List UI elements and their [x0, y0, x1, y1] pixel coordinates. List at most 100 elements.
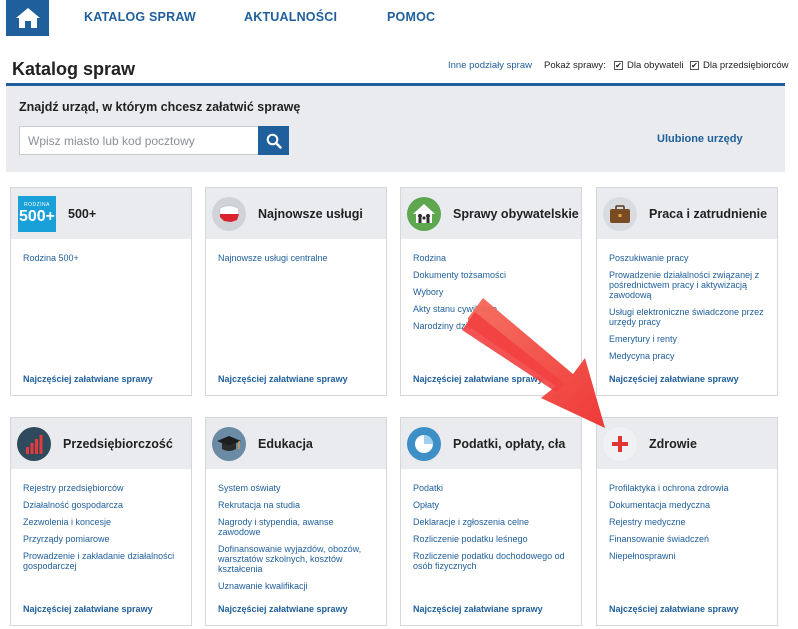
card-header[interactable]: RODZINA 500+ 500+ — [11, 188, 191, 239]
card-link[interactable]: Deklaracje i zgłoszenia celne — [413, 517, 573, 527]
most-common-cases-link[interactable]: Najczęściej załatwiane sprawy — [23, 374, 153, 384]
card-link[interactable]: Finansowanie świadczeń — [609, 534, 769, 544]
citizens-checkbox[interactable]: ✔ Dla obywateli — [614, 60, 684, 71]
poland-map-icon — [212, 197, 246, 231]
card-najnowsze-uslugi: Najnowsze usługi Najnowsze usługi centra… — [205, 187, 387, 396]
card-link[interactable]: Akty stanu cywilnego — [413, 304, 573, 314]
card-link[interactable]: Rejestry medyczne — [609, 517, 769, 527]
card-items: Najnowsze usługi centralne — [218, 253, 378, 270]
entrepreneurs-checkbox-label: Dla przedsiębiorców — [703, 60, 789, 71]
citizens-checkbox-label: Dla obywateli — [627, 60, 684, 71]
card-link[interactable]: Nagrody i stypendia, awanse zawodowe — [218, 517, 378, 537]
rodzina-500-icon: RODZINA 500+ — [18, 196, 56, 232]
card-link[interactable]: Profilaktyka i ochrona zdrowia — [609, 483, 769, 493]
most-common-cases-link[interactable]: Najczęściej załatwiane sprawy — [609, 604, 739, 614]
search-button[interactable] — [258, 126, 289, 155]
nav-katalog-spraw[interactable]: KATALOG SPRAW — [84, 10, 196, 24]
card-zdrowie: Zdrowie Profilaktyka i ochrona zdrowia D… — [596, 417, 778, 626]
top-nav: KATALOG SPRAW AKTUALNOŚCI POMOC — [0, 0, 798, 38]
checkbox-checked-icon: ✔ — [690, 60, 699, 70]
bar-chart-icon — [17, 427, 51, 461]
card-title: Najnowsze usługi — [258, 206, 363, 221]
card-title: Praca i zatrudnienie — [649, 206, 768, 221]
entrepreneurs-checkbox[interactable]: ✔ Dla przedsiębiorców — [690, 60, 789, 71]
search-icon — [266, 133, 282, 149]
family-house-icon — [407, 197, 441, 231]
card-header[interactable]: Edukacja — [206, 418, 386, 469]
card-link[interactable]: Rozliczenie podatku leśnego — [413, 534, 573, 544]
card-title: 500+ — [68, 206, 97, 221]
home-button[interactable] — [6, 0, 49, 36]
card-link[interactable]: Emerytury i renty — [609, 334, 769, 344]
other-categories-link[interactable]: Inne podziały spraw — [448, 60, 532, 71]
card-link[interactable]: System oświaty — [218, 483, 378, 493]
card-link[interactable]: Poszukiwanie pracy — [609, 253, 769, 263]
red-cross-icon — [603, 427, 637, 461]
card-praca-i-zatrudnienie: Praca i zatrudnienie Poszukiwanie pracy … — [596, 187, 778, 396]
card-sprawy-obywatelskie: Sprawy obywatelskie Rodzina Dokumenty to… — [400, 187, 582, 396]
card-link[interactable]: Medycyna pracy — [609, 351, 769, 361]
card-link[interactable]: Usługi elektroniczne świadczone przez ur… — [609, 307, 769, 327]
card-link[interactable]: Opłaty — [413, 500, 573, 510]
card-edukacja: Edukacja System oświaty Rekrutacja na st… — [205, 417, 387, 626]
card-link[interactable]: Prowadzenie i zakładanie działalności go… — [23, 551, 183, 571]
search-heading: Znajdź urząd, w którym chcesz załatwić s… — [19, 100, 301, 114]
nav-aktualnosci[interactable]: AKTUALNOŚCI — [244, 10, 337, 24]
home-icon — [15, 8, 40, 28]
checkbox-checked-icon: ✔ — [614, 60, 623, 70]
card-header[interactable]: Podatki, opłaty, cła — [401, 418, 581, 469]
card-link[interactable]: Dofinansowanie wyjazdów, obozów, warszta… — [218, 544, 378, 574]
card-link[interactable]: Zezwolenia i koncesje — [23, 517, 183, 527]
most-common-cases-link[interactable]: Najczęściej załatwiane sprawy — [413, 604, 543, 614]
card-link[interactable]: Niepełnosprawni — [609, 551, 769, 561]
card-link[interactable]: Prowadzenie działalności związanej z poś… — [609, 270, 769, 300]
card-link[interactable]: Rozliczenie podatku dochodowego od osób … — [413, 551, 573, 571]
card-podatki: Podatki, opłaty, cła Podatki Opłaty Dekl… — [400, 417, 582, 626]
card-link[interactable]: Rodzina — [413, 253, 573, 263]
card-500plus: RODZINA 500+ 500+ Rodzina 500+ Najczęści… — [10, 187, 192, 396]
card-link[interactable]: Dokumentacja medyczna — [609, 500, 769, 510]
card-link[interactable]: Uznawanie kwalifikacji — [218, 581, 378, 591]
nav-pomoc[interactable]: POMOC — [387, 10, 435, 24]
card-title: Edukacja — [258, 436, 313, 451]
favorite-offices-link[interactable]: Ulubione urzędy — [657, 133, 743, 145]
graduation-cap-icon — [212, 427, 246, 461]
card-items: Rejestry przedsiębiorców Działalność gos… — [23, 483, 183, 578]
logo-500-number: 500+ — [18, 208, 56, 225]
card-link[interactable]: Wybory — [413, 287, 573, 297]
most-common-cases-link[interactable]: Najczęściej załatwiane sprawy — [413, 374, 543, 384]
most-common-cases-link[interactable]: Najczęściej załatwiane sprawy — [609, 374, 739, 384]
page-title: Katalog spraw — [12, 59, 136, 79]
card-items: Podatki Opłaty Deklaracje i zgłoszenia c… — [413, 483, 573, 578]
card-items: Rodzina Dokumenty tożsamości Wybory Akty… — [413, 253, 573, 338]
office-search-panel: Znajdź urząd, w którym chcesz załatwić s… — [6, 86, 785, 172]
card-link[interactable]: Podatki — [413, 483, 573, 493]
briefcase-icon — [603, 197, 637, 231]
card-title: Sprawy obywatelskie — [453, 206, 579, 221]
most-common-cases-link[interactable]: Najczęściej załatwiane sprawy — [23, 604, 153, 614]
card-items: System oświaty Rekrutacja na studia Nagr… — [218, 483, 378, 598]
card-link[interactable]: Najnowsze usługi centralne — [218, 253, 378, 263]
show-cases-label: Pokaż sprawy: — [544, 60, 606, 71]
card-items: Poszukiwanie pracy Prowadzenie działalno… — [609, 253, 769, 368]
card-link[interactable]: Rodzina 500+ — [23, 253, 183, 263]
card-link[interactable]: Dokumenty tożsamości — [413, 270, 573, 280]
card-header[interactable]: Praca i zatrudnienie — [597, 188, 777, 239]
card-przedsiebiorczosc: Przedsiębiorczość Rejestry przedsiębiorc… — [10, 417, 192, 626]
card-link[interactable]: Przyrządy pomiarowe — [23, 534, 183, 544]
card-link[interactable]: Rejestry przedsiębiorców — [23, 483, 183, 493]
card-link[interactable]: Rekrutacja na studia — [218, 500, 378, 510]
card-items: Rodzina 500+ — [23, 253, 183, 270]
most-common-cases-link[interactable]: Najczęściej załatwiane sprawy — [218, 374, 348, 384]
most-common-cases-link[interactable]: Najczęściej załatwiane sprawy — [218, 604, 348, 614]
card-header[interactable]: Najnowsze usługi — [206, 188, 386, 239]
card-header[interactable]: Sprawy obywatelskie — [401, 188, 581, 239]
card-title: Przedsiębiorczość — [63, 436, 173, 451]
card-items: Profilaktyka i ochrona zdrowia Dokumenta… — [609, 483, 769, 568]
card-title: Zdrowie — [649, 436, 697, 451]
card-link[interactable]: Działalność gospodarcza — [23, 500, 183, 510]
card-header[interactable]: Zdrowie — [597, 418, 777, 469]
search-input[interactable] — [19, 126, 259, 155]
card-header[interactable]: Przedsiębiorczość — [11, 418, 191, 469]
card-link[interactable]: Narodziny dziecka — [413, 321, 573, 331]
